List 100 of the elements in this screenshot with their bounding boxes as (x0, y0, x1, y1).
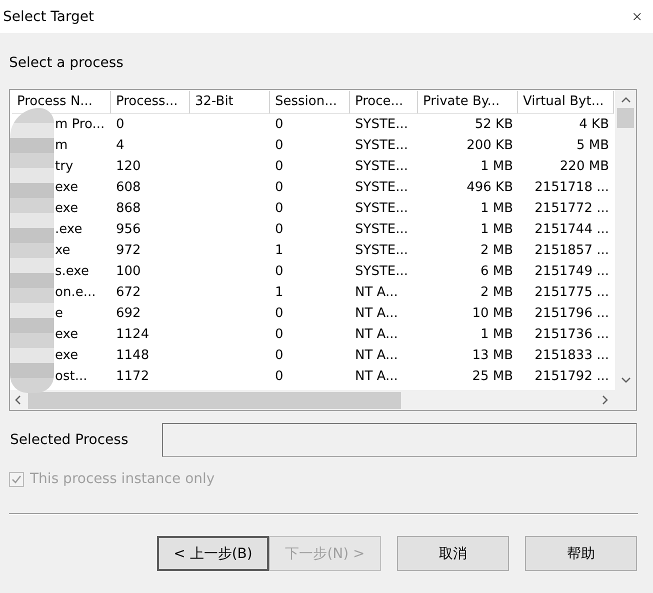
table-cell-text: 0 (274, 116, 284, 134)
table-cell-text: 2151796 ... (534, 305, 610, 323)
table-cell-text: 0 (274, 158, 284, 176)
table-cell-text: 1 (274, 242, 284, 260)
table-cell-text: 2151744 ... (534, 221, 610, 239)
table-cell-text: 220 MB (558, 158, 610, 176)
table-cell-text: 0 (274, 221, 284, 239)
table-cell-text: 6 MB (479, 263, 514, 281)
table-cell-text: 868 (115, 200, 142, 218)
scroll-left-icon[interactable] (14, 395, 22, 405)
column-header[interactable]: Virtual Byt... (518, 91, 614, 114)
table-cell-text: 608 (115, 179, 142, 197)
table-cell-text: on.e... (54, 284, 97, 302)
column-header[interactable]: Private By... (418, 91, 518, 114)
table-cell-text: 5 MB (575, 137, 610, 155)
table-cell-text: 0 (274, 305, 284, 323)
table-cell-text: s.exe (54, 263, 90, 281)
column-header[interactable]: Proce... (350, 91, 418, 114)
selected-process-field[interactable] (162, 423, 637, 457)
table-cell-text: 2151772 ... (534, 200, 610, 218)
table-cell-text: NT A... (354, 305, 399, 323)
table-cell-text: NT A... (354, 347, 399, 365)
column-header[interactable]: 32-Bit (190, 91, 270, 114)
prompt-label: Select a process (9, 55, 124, 73)
table-cell-text: exe (54, 347, 80, 365)
table-cell-text: 0 (274, 263, 284, 281)
table-cell-text: 1 (274, 284, 284, 302)
table-cell-text: m Pro... (54, 116, 106, 134)
table-cell-text: SYSTE... (354, 179, 409, 197)
table-cell-text: 1148 (115, 347, 150, 365)
table-cell-text: 692 (115, 305, 142, 323)
table-cell-text: SYSTE... (354, 116, 409, 134)
column-header[interactable]: Process... (111, 91, 190, 114)
table-cell-text: 25 MB (471, 368, 514, 386)
table-cell-text: 0 (274, 200, 284, 218)
cancel-button[interactable]: 取消 (397, 536, 509, 571)
table-cell-text: .exe (54, 221, 84, 239)
scroll-right-icon[interactable] (601, 395, 609, 405)
table-cell-text: 0 (115, 116, 126, 134)
table-cell-text: exe (54, 326, 80, 344)
table-cell-text: 13 MB (471, 347, 514, 365)
table-cell-text: 52 KB (474, 116, 514, 134)
table-cell-text: SYSTE... (354, 137, 409, 155)
table-cell-text: 2151792 ... (534, 368, 610, 386)
table-cell-text: SYSTE... (354, 200, 409, 218)
table-cell-text: 2 MB (479, 242, 514, 260)
table-cell-text: SYSTE... (354, 263, 409, 281)
table-cell-text: 1172 (115, 368, 150, 386)
table-cell-text: 100 (115, 263, 142, 281)
vertical-scrollbar[interactable] (615, 90, 636, 390)
table-cell-text: 4 (115, 137, 126, 155)
table-cell-text: 2151775 ... (534, 284, 610, 302)
table-cell-text: 2151833 ... (534, 347, 610, 365)
table-cell-text: 496 KB (466, 179, 514, 197)
table-cell-text: NT A... (354, 326, 399, 344)
checkbox-label: This process instance only (30, 471, 215, 487)
table-cell-text: 0 (274, 179, 284, 197)
table-cell-text: 0 (274, 137, 284, 155)
table-cell-text: 0 (274, 347, 284, 365)
table-cell-text: SYSTE... (354, 221, 409, 239)
back-button[interactable]: < 上一步(B) (157, 536, 269, 571)
table-cell-text: 2151857 ... (534, 242, 610, 260)
column-header[interactable]: Session... (270, 91, 350, 114)
table-cell-text: 972 (115, 242, 142, 260)
scroll-up-icon[interactable] (620, 96, 630, 104)
scroll-down-icon[interactable] (620, 376, 630, 384)
table-cell-text: ost... (54, 368, 88, 386)
table-cell-text: SYSTE... (354, 158, 409, 176)
table-cell-text: 2151749 ... (534, 263, 610, 281)
table-cell-text: 2 MB (479, 284, 514, 302)
column-header[interactable]: Process N... (12, 91, 111, 114)
table-cell-text: 1 MB (479, 221, 514, 239)
check-icon (11, 474, 22, 484)
table-cell-text: xe (54, 242, 72, 260)
table-cell-text: SYSTE... (354, 242, 409, 260)
table-cell-text: 2151718 ... (534, 179, 610, 197)
selected-process-label: Selected Process (10, 432, 130, 448)
horizontal-scrollbar[interactable] (10, 390, 615, 410)
table-cell-text: 10 MB (471, 305, 514, 323)
table-cell-text: 0 (274, 368, 284, 386)
help-button[interactable]: 帮助 (525, 536, 637, 571)
table-cell-text: 200 KB (466, 137, 514, 155)
table-cell-text: 956 (115, 221, 142, 239)
scroll-thumb[interactable] (617, 108, 634, 128)
close-icon[interactable]: × (631, 10, 643, 24)
scroll-thumb[interactable] (28, 392, 401, 408)
table-cell-text: try (54, 158, 74, 176)
table-cell-text: e (54, 305, 64, 323)
table-cell-text: 1124 (115, 326, 150, 344)
table-cell-text: 2151736 ... (534, 326, 610, 344)
table-cell-text: 0 (274, 326, 284, 344)
table-cell-text: exe (54, 179, 80, 197)
window-title: Select Target (3, 8, 94, 24)
table-cell-text: 1 MB (479, 200, 514, 218)
table-cell-text: 1 MB (479, 326, 514, 344)
table-cell-text: 4 KB (578, 116, 610, 134)
table-cell-text: NT A... (354, 368, 399, 386)
table-cell-text: 1 MB (479, 158, 514, 176)
table-cell-text: 120 (115, 158, 142, 176)
table-cell-text: 672 (115, 284, 142, 302)
